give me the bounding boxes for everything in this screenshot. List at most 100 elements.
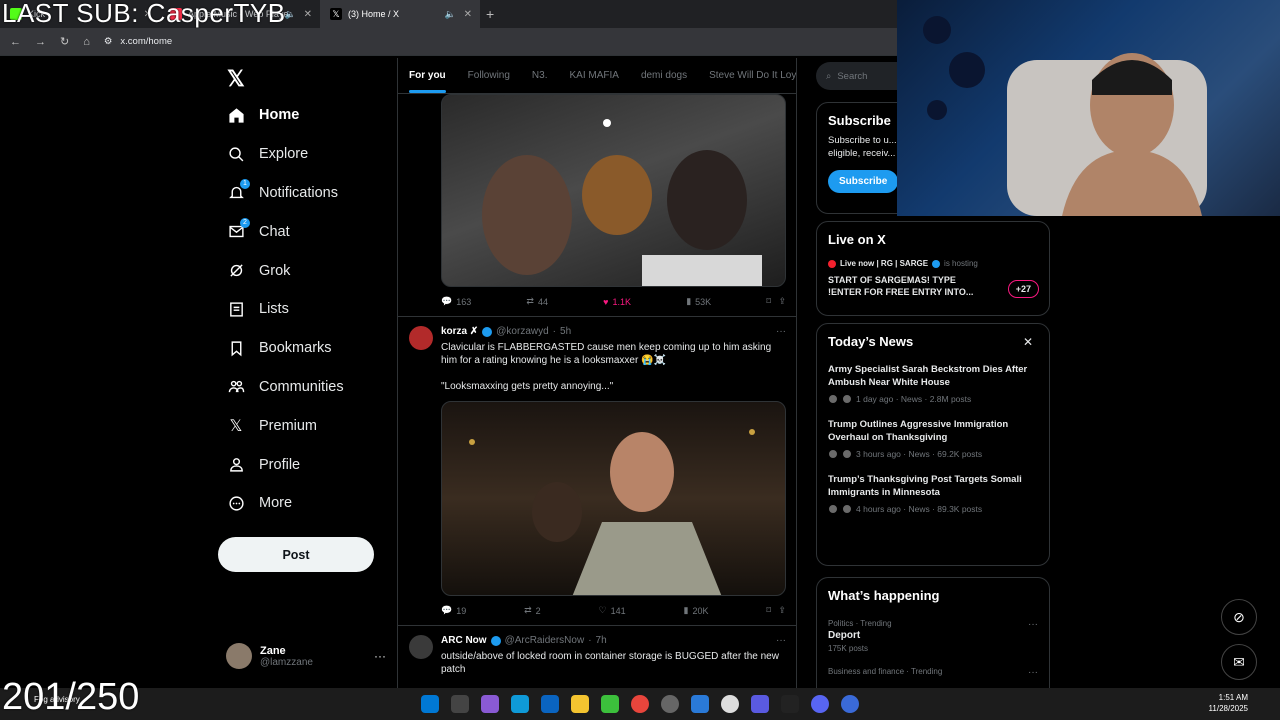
app-icon[interactable] [721,695,739,713]
author-handle[interactable]: @korzawyd [496,326,548,337]
discord-icon[interactable] [811,695,829,713]
site-info-icon[interactable]: ⚙ [104,36,113,47]
browser-tab-x-home[interactable]: 𝕏 (3) Home / X 🔈 ✕ [320,0,480,28]
tweet-text: outside/above of locked room in containe… [441,651,779,675]
like-button[interactable]: ♥ 1.1K [603,296,631,307]
bookmark-button[interactable]: ⌑ ⇪ [766,605,786,616]
avatar [842,449,852,459]
divider [398,625,796,626]
sidebar-item-premium[interactable]: 𝕏 Premium [218,406,398,445]
news-item[interactable]: Trump’s Thanksgiving Post Targets Somali… [828,473,1038,514]
sidebar-item-bookmarks[interactable]: Bookmarks [218,329,398,368]
news-meta: 4 hours ago · News · 89.3K posts [856,504,983,514]
store-icon[interactable] [691,695,709,713]
repost-button[interactable]: ⇄ 2 [524,605,541,616]
subscribe-button[interactable]: Subscribe [828,170,899,193]
reply-button[interactable]: 💬 19 [441,605,466,616]
sidebar-item-label: Profile [259,456,301,473]
speaker-icon[interactable]: 🔈 [285,9,296,20]
bookmark-button[interactable]: ⌑ ⇪ [766,296,786,307]
timestamp[interactable]: 7h [596,635,607,646]
tweet-video[interactable] [441,401,786,596]
teams-icon[interactable] [751,695,769,713]
account-switcher[interactable]: Zane @lamzzane ··· [226,643,386,669]
outlook-icon[interactable] [541,695,559,713]
more-icon[interactable]: ··· [776,635,786,646]
mail-icon: 2 [227,217,250,241]
speaker-icon[interactable]: 🔈 [445,9,456,20]
webcam-overlay [897,0,1280,216]
author-name[interactable]: ARC Now [441,635,487,646]
app-icon[interactable] [601,695,619,713]
avatar[interactable] [409,326,433,350]
view-count: 20K [692,605,709,616]
tab-demi-dogs[interactable]: demi dogs [641,70,687,81]
news-item[interactable]: Army Specialist Sarah Beckstrom Dies Aft… [828,363,1038,404]
grok-icon: ⊘ [1233,608,1245,625]
more-icon[interactable]: ··· [1028,667,1038,678]
more-icon[interactable]: ··· [1028,619,1038,630]
forward-icon[interactable]: → [35,36,46,48]
avatar [828,504,838,514]
more-icon[interactable]: ··· [776,326,786,337]
live-dot-icon [828,259,836,268]
sidebar-item-explore[interactable]: Explore [218,135,398,174]
system-clock[interactable]: 1:51 AM 11/28/2025 [1209,692,1248,714]
repost-count: 44 [537,296,548,307]
sidebar-item-profile[interactable]: Profile [218,445,398,484]
sidebar-item-chat[interactable]: 2 Chat [218,212,398,251]
trend-item[interactable]: Business and finance · Trending ··· [828,667,1038,678]
views-button[interactable]: ▮ 53K [686,296,711,307]
task-view-icon[interactable] [451,695,469,713]
sidebar-item-lists[interactable]: Lists [218,290,398,329]
back-icon[interactable]: ← [10,36,21,48]
app-icon[interactable] [841,695,859,713]
tab-n3[interactable]: N3. [532,70,548,81]
reply-button[interactable]: 💬 163 [441,296,471,307]
repost-button[interactable]: ⇄ 44 [526,296,548,307]
tab-steve[interactable]: Steve Will Do It Loy [709,70,796,81]
tweet-header: korza ✗ @korzawyd · 5h ··· [441,326,786,337]
trend-item[interactable]: Politics · Trending Deport 175K posts ··… [828,619,1038,653]
reload-icon[interactable]: ↻ [60,35,69,48]
sidebar-item-communities[interactable]: Communities [218,368,398,407]
list-icon [227,300,245,318]
app-icon[interactable] [781,695,799,713]
like-button[interactable]: ♡ 141 [599,605,626,616]
windows-start-icon[interactable] [421,695,439,713]
close-icon[interactable]: ✕ [1023,335,1033,349]
grok-float-button[interactable]: ⊘ [1221,599,1257,635]
home-icon[interactable]: ⌂ [83,36,90,48]
avatar[interactable] [409,635,433,659]
edge-icon[interactable] [511,695,529,713]
new-tab-icon[interactable]: + [486,6,494,22]
live-listener-count[interactable]: +27 [1007,280,1039,298]
close-icon[interactable]: ✕ [464,9,472,20]
views-button[interactable]: ▮ 20K [683,605,708,616]
copilot-icon[interactable] [481,695,499,713]
x-logo-icon[interactable]: 𝕏 [227,66,398,96]
live-text[interactable]: START OF SARGEMAS! TYPE !ENTER FOR FREE … [828,274,978,298]
messages-float-button[interactable]: ✉ [1221,644,1257,680]
more-icon[interactable]: ··· [374,649,386,663]
chrome-icon[interactable] [631,695,649,713]
tab-for-you[interactable]: For you [409,70,446,93]
author-handle[interactable]: @ArcRaidersNow [505,635,585,646]
author-name[interactable]: korza ✗ [441,326,478,337]
file-explorer-icon[interactable] [571,695,589,713]
live-host[interactable]: Live now | RG | SARGE is hosting [828,259,1038,268]
timestamp[interactable]: 5h [560,326,571,337]
sidebar-item-home[interactable]: Home [218,96,398,135]
sidebar-item-grok[interactable]: Grok [218,251,398,290]
live-title: Live on X [828,232,886,247]
sidebar-item-more[interactable]: More [218,484,398,523]
tab-following[interactable]: Following [468,70,510,81]
tab-kai-mafia[interactable]: KAI MAFIA [569,70,618,81]
post-button[interactable]: Post [218,537,374,572]
url-field[interactable]: ⚙ x.com/home [104,36,172,47]
close-icon[interactable]: ✕ [304,9,312,20]
sidebar-item-notifications[interactable]: 1 Notifications [218,174,398,213]
tweet-video[interactable] [441,94,786,287]
obs-icon[interactable] [661,695,679,713]
news-item[interactable]: Trump Outlines Aggressive Immigration Ov… [828,418,1038,459]
